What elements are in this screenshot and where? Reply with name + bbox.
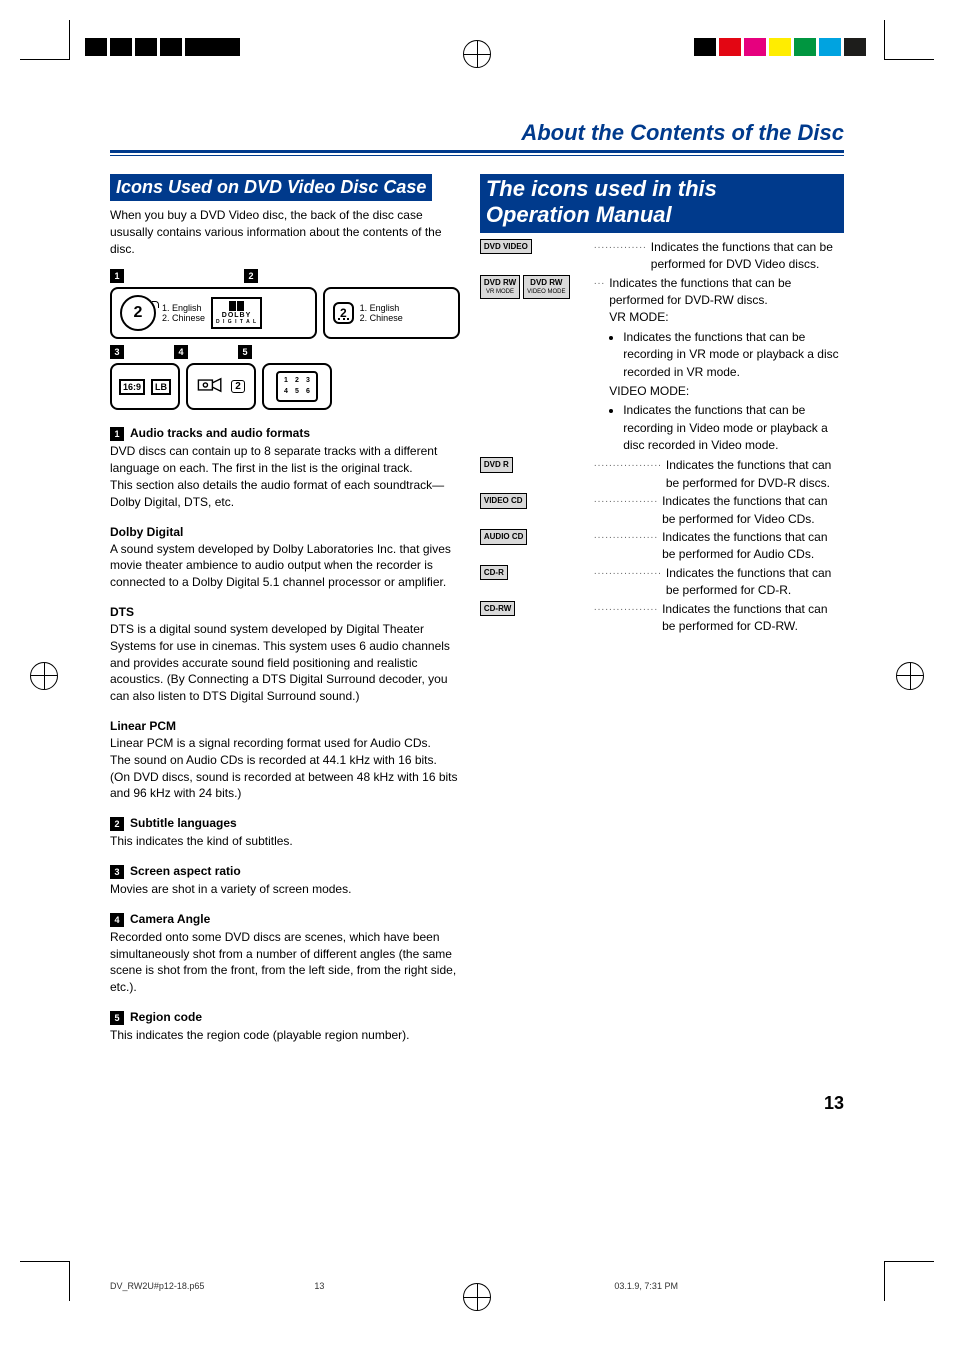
diagram-box-aspect: 16:9 LB (110, 363, 180, 410)
def-title-dts: DTS (110, 605, 460, 619)
def-title-4: Camera Angle (130, 912, 210, 926)
manual-icon-list: DVD VIDEO .............. Indicates the f… (480, 239, 844, 636)
list-text: Indicates the functions that can be perf… (662, 601, 844, 636)
def-title-2: Subtitle languages (130, 816, 237, 830)
list-item: DVD RWVR MODE DVD RWVIDEO MODE ... Indic… (480, 275, 844, 457)
list-text: Indicates the functions that can be perf… (666, 565, 844, 600)
diagram-label-1: 1 (110, 269, 124, 283)
left-intro: When you buy a DVD Video disc, the back … (110, 207, 460, 257)
sub-bullet-video: Indicates the functions that can be reco… (623, 402, 844, 454)
list-item: DVD VIDEO .............. Indicates the f… (480, 239, 844, 274)
subtitle-language-list: 1. English 2. Chinese (360, 303, 403, 325)
sub-heading-vr: VR MODE: (609, 309, 844, 326)
diagram-label-4: 4 (174, 345, 188, 359)
def-num-5: 5 (110, 1011, 124, 1025)
badge-cd-rw: CD-RW (480, 601, 515, 617)
def-text-lpcm: Linear PCM is a signal recording format … (110, 735, 460, 802)
def-text-2: This indicates the kind of subtitles. (110, 833, 460, 850)
region-code-icon: 1 2 3 4 5 6 (276, 371, 318, 402)
def-text-5: This indicates the region code (playable… (110, 1027, 460, 1044)
subtitle-count-icon: 2 (333, 302, 354, 324)
def-num-1: 1 (110, 427, 124, 441)
column-right: The icons used in this Operation Manual … (480, 174, 844, 1044)
leader-dots: ................. (590, 493, 662, 508)
column-left: Icons Used on DVD Video Disc Case When y… (110, 174, 460, 1044)
audio-track-count-icon: 2 (120, 295, 156, 331)
def-num-2: 2 (110, 817, 124, 831)
angle-count: 2 (231, 380, 245, 393)
badge-dvd-r: DVD R (480, 457, 513, 473)
title-rule-thick (110, 150, 844, 153)
disc-case-diagram: 1 2 2 1. English 2. Chinese D (110, 269, 460, 410)
list-item: CD-RW ................. Indicates the fu… (480, 601, 844, 636)
registration-cross-right (896, 662, 924, 690)
aspect-letterbox-value: LB (151, 379, 171, 395)
def-title-1: Audio tracks and audio formats (130, 426, 310, 440)
diagram-label-5: 5 (238, 345, 252, 359)
leader-dots: ................. (590, 529, 662, 544)
audio-language-list: 1. English 2. Chinese (162, 303, 205, 325)
registration-cross-left (30, 662, 58, 690)
badge-dvd-video: DVD VIDEO (480, 239, 532, 255)
diagram-box-angle: 2 (186, 363, 256, 410)
list-item: DVD R .................. Indicates the f… (480, 457, 844, 492)
page: About the Contents of the Disc Icons Use… (0, 0, 954, 1351)
list-text: Indicates the functions that can be perf… (651, 239, 844, 274)
page-number: 13 (824, 1093, 844, 1114)
diagram-label-2: 2 (244, 269, 258, 283)
list-item: CD-R .................. Indicates the fu… (480, 565, 844, 600)
badge-video-cd: VIDEO CD (480, 493, 527, 509)
def-num-4: 4 (110, 913, 124, 927)
dolby-digital-icon: DOLBY D I G I T A L (211, 297, 262, 329)
leader-dots: .............. (590, 239, 651, 254)
list-text: Indicates the functions that can be perf… (662, 493, 844, 528)
badge-dvd-rw-vr: DVD RWVR MODE (480, 275, 520, 299)
def-title-3: Screen aspect ratio (130, 864, 241, 878)
diagram-box-region: 1 2 3 4 5 6 (262, 363, 332, 410)
footer-info: DV_RW2U#p12-18.p65 13 03.1.9, 7:31 PM (110, 1281, 844, 1291)
leader-dots: ................. (590, 601, 662, 616)
list-text: Indicates the functions that can be perf… (662, 529, 844, 564)
footer-filename: DV_RW2U#p12-18.p65 (110, 1281, 204, 1291)
badge-dvd-rw-video: DVD RWVIDEO MODE (523, 275, 569, 299)
leader-dots: ... (590, 275, 609, 290)
left-heading: Icons Used on DVD Video Disc Case (110, 174, 432, 201)
def-text-3: Movies are shot in a variety of screen m… (110, 881, 460, 898)
footer-timestamp: 03.1.9, 7:31 PM (614, 1281, 678, 1291)
list-item: VIDEO CD ................. Indicates the… (480, 493, 844, 528)
diagram-box-audio: 2 1. English 2. Chinese DOLBY D I G I T … (110, 287, 317, 339)
def-num-3: 3 (110, 865, 124, 879)
right-heading: The icons used in this Operation Manual (480, 174, 844, 233)
leader-dots: .................. (590, 565, 666, 580)
def-text-4: Recorded onto some DVD discs are scenes,… (110, 929, 460, 996)
sub-heading-video: VIDEO MODE: (609, 383, 844, 400)
def-title-5: Region code (130, 1010, 202, 1024)
badge-audio-cd: AUDIO CD (480, 529, 528, 545)
page-title: About the Contents of the Disc (110, 120, 844, 150)
content-area: About the Contents of the Disc Icons Use… (110, 120, 844, 1044)
leader-dots: .................. (590, 457, 666, 472)
title-rule-thin (110, 155, 844, 156)
def-text-dts: DTS is a digital sound system developed … (110, 621, 460, 705)
def-title-lpcm: Linear PCM (110, 719, 460, 733)
def-title-dolby: Dolby Digital (110, 525, 460, 539)
def-text-1: DVD discs can contain up to 8 separate t… (110, 443, 460, 510)
sub-bullet-vr: Indicates the functions that can be reco… (623, 329, 844, 381)
badge-cd-r: CD-R (480, 565, 508, 581)
camera-angle-icon (197, 374, 225, 399)
crop-marks-top (0, 20, 954, 90)
diagram-label-3: 3 (110, 345, 124, 359)
crop-marks-bottom (0, 1261, 954, 1331)
diagram-box-subtitle: 2 1. English 2. Chinese (323, 287, 460, 339)
definitions: 1 Audio tracks and audio formats DVD dis… (110, 426, 460, 1043)
list-item: AUDIO CD ................. Indicates the… (480, 529, 844, 564)
list-text: Indicates the functions that can be perf… (609, 275, 844, 457)
aspect-ratio-value: 16:9 (119, 379, 145, 395)
def-text-dolby: A sound system developed by Dolby Labora… (110, 541, 460, 591)
list-text: Indicates the functions that can be perf… (666, 457, 844, 492)
footer-page: 13 (314, 1281, 324, 1291)
